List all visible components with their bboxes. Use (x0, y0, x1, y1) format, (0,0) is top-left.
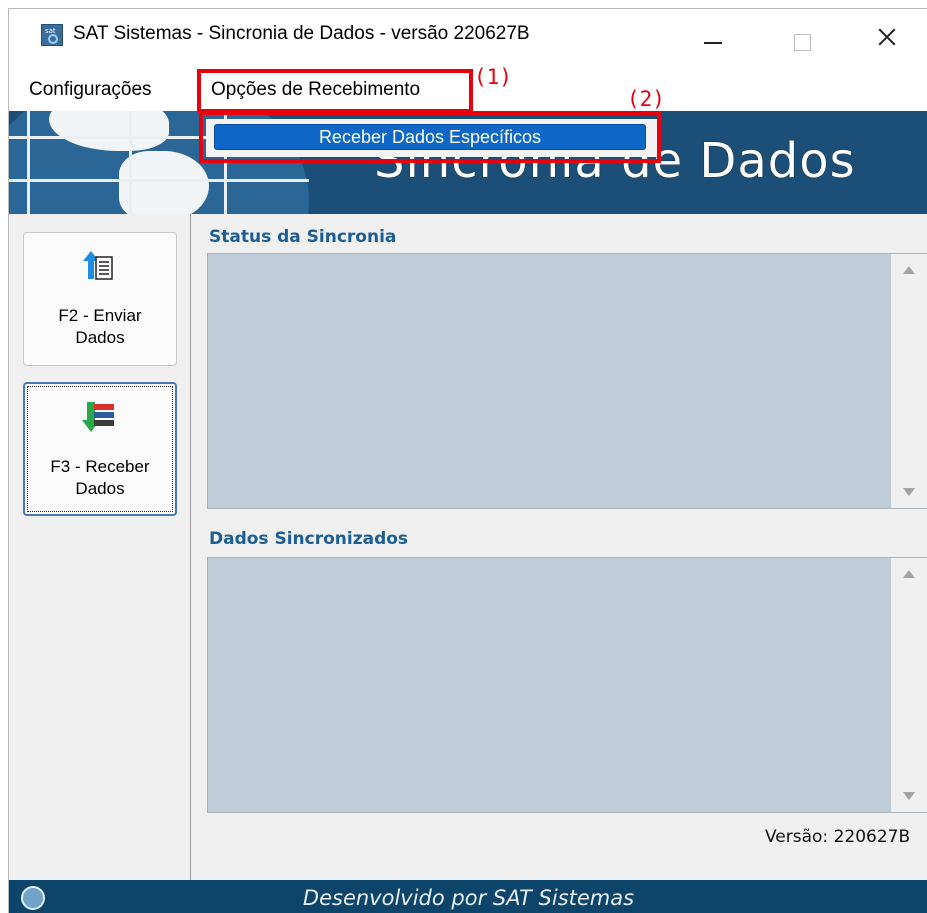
close-button[interactable] (865, 17, 911, 57)
scroll-up-icon[interactable] (903, 570, 915, 578)
app-logo-ring (48, 34, 58, 44)
synced-list-scrollbar[interactable] (891, 558, 927, 812)
dados-sincronizados-list[interactable] (207, 557, 927, 813)
receber-dados-label: F3 - Receber Dados (50, 457, 150, 498)
globe-grid-line (9, 179, 309, 182)
version-label: Versão: 220627B (765, 827, 911, 847)
left-panel: F2 - Enviar Dados F3 - Receber Dados (9, 214, 191, 880)
maximize-button[interactable] (779, 17, 825, 57)
status-sincronia-list[interactable] (207, 253, 927, 509)
annotation-label-1: (1) (474, 65, 512, 89)
app-logo-icon: sat (41, 24, 63, 46)
receber-dados-button[interactable]: F3 - Receber Dados (23, 382, 177, 516)
menu-configuracoes[interactable]: Configurações (29, 79, 152, 101)
globe-grid-line (27, 111, 30, 214)
footer-text: Desenvolvido por SAT Sistemas (302, 886, 635, 910)
enviar-dados-button[interactable]: F2 - Enviar Dados (23, 232, 177, 366)
annotation-box-2 (199, 111, 661, 163)
upload-list-icon (83, 251, 113, 280)
globe-land (119, 151, 209, 214)
footer-bar: Desenvolvido por SAT Sistemas (9, 880, 927, 913)
status-list-scrollbar[interactable] (891, 254, 927, 508)
enviar-dados-label: F2 - Enviar Dados (58, 306, 142, 347)
title-bar[interactable]: sat SAT Sistemas - Sincronia de Dados - … (9, 9, 927, 71)
scroll-up-icon[interactable] (903, 266, 915, 274)
app-window: sat SAT Sistemas - Sincronia de Dados - … (8, 8, 927, 913)
scroll-down-icon[interactable] (903, 488, 915, 496)
annotation-box-1 (197, 69, 473, 113)
status-sincronia-title: Status da Sincronia (209, 227, 397, 247)
minimize-button[interactable] (689, 17, 735, 57)
globe-grid-line (129, 111, 132, 214)
scroll-down-icon[interactable] (903, 792, 915, 800)
download-stack-icon (82, 402, 114, 432)
window-title: SAT Sistemas - Sincronia de Dados - vers… (73, 23, 530, 44)
dados-sincronizados-title: Dados Sincronizados (209, 529, 409, 549)
annotation-label-2: (2) (627, 87, 665, 111)
